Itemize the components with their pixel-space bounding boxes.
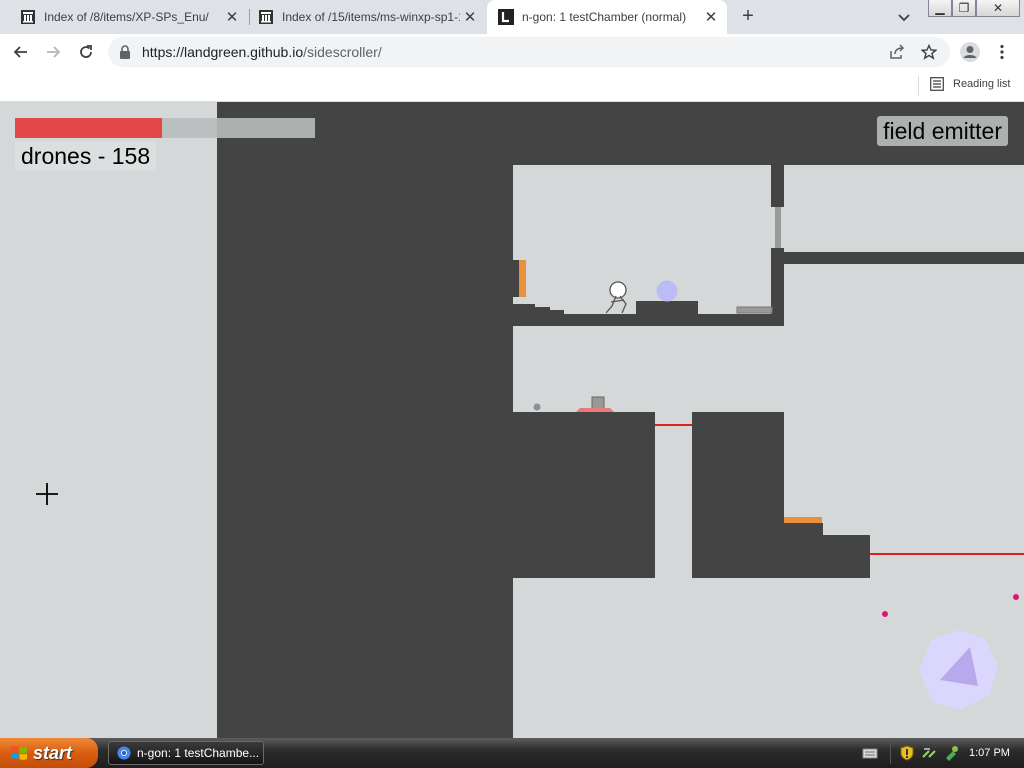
close-tab-icon[interactable]: ✕ [701, 7, 721, 27]
upper-pillar [771, 165, 784, 207]
start-button[interactable]: start [0, 738, 98, 768]
small-mob [533, 403, 541, 411]
reload-button[interactable] [74, 40, 98, 64]
floor-step-3 [550, 310, 564, 314]
system-tray: 1:07 PM [862, 738, 1024, 768]
close-window-button[interactable]: ✕ [976, 0, 1020, 17]
forward-button[interactable] [41, 40, 65, 64]
close-tab-icon[interactable]: ✕ [460, 7, 480, 27]
bookmark-divider [918, 76, 919, 96]
tab-search-chevron-icon[interactable] [895, 8, 913, 26]
profile-avatar[interactable] [958, 40, 982, 64]
drone-1 [882, 611, 888, 617]
player-character [605, 281, 627, 314]
tab-title: n-gon: 1 testChamber (normal) [522, 10, 687, 24]
tab-title: Index of /8/items/XP-SPs_Enu/ [44, 10, 209, 24]
security-shield-icon[interactable] [899, 745, 915, 761]
grey-box [591, 396, 605, 410]
close-tab-icon[interactable]: ✕ [222, 7, 242, 27]
url-text[interactable]: https://landgreen.github.io/sidescroller… [142, 44, 382, 60]
reading-list-icon [930, 77, 944, 91]
gun-ammo-label: drones - 158 [15, 141, 157, 171]
reload-icon [80, 45, 92, 58]
back-button[interactable] [9, 40, 33, 64]
new-tab-button[interactable]: + [736, 5, 760, 29]
upper-floor [513, 314, 784, 326]
back-arrow-icon [13, 46, 27, 58]
archive-icon [20, 9, 36, 25]
restore-button[interactable]: ❐ [952, 0, 976, 17]
wall-edge [513, 260, 519, 297]
tab-archive-xp-sps[interactable]: Index of /8/items/XP-SPs_Enu/ ✕ [0, 0, 248, 34]
profile-icon [960, 42, 980, 62]
bookmark-star-icon[interactable] [920, 43, 938, 61]
tray-separator [890, 742, 891, 764]
left-tower-wall [217, 102, 513, 738]
browser-menu-button[interactable] [990, 40, 1014, 64]
forward-arrow-icon [47, 46, 61, 58]
level-walls [217, 102, 1024, 738]
browser-toolbar: https://landgreen.github.io/sidescroller… [0, 34, 1024, 70]
game-world [217, 102, 1024, 738]
ngon-icon [498, 9, 514, 25]
url-path: /sidescroller/ [303, 44, 382, 60]
right-ledge [784, 252, 1024, 264]
floor-step-2 [535, 307, 550, 314]
taskbar-clock[interactable]: 1:07 PM [969, 747, 1010, 759]
windows-flag-icon [11, 746, 27, 760]
tab-ngon-active[interactable]: n-gon: 1 testChamber (normal) ✕ [487, 0, 727, 34]
drone-2 [1013, 594, 1019, 600]
orange-block-horizontal [784, 517, 822, 523]
lower-pillar [771, 248, 784, 322]
shield-mob [656, 280, 678, 302]
taskbar-item-title: n-gon: 1 testChambe... [137, 746, 260, 760]
share-icon[interactable] [888, 43, 906, 61]
orange-block-vertical [519, 260, 526, 297]
crosshair-icon [36, 483, 58, 505]
bookmark-bar: Reading list [0, 70, 1024, 102]
tab-title: Index of /15/items/ms-winxp-sp1-10 [282, 10, 460, 24]
url-host: https://landgreen.github.io [142, 44, 304, 60]
tab-archive-winxp-sp1[interactable]: Index of /15/items/ms-winxp-sp1-10 ✕ [250, 0, 486, 34]
chrome-icon [117, 746, 131, 760]
start-label: start [33, 742, 73, 763]
game-canvas[interactable]: drones - 158 field emitter [0, 102, 1024, 738]
windows-taskbar: start n-gon: 1 testChambe... 1:07 PM [0, 738, 1024, 768]
floor-step-1 [513, 304, 535, 314]
pressure-plate [576, 408, 614, 412]
tab-strip: Index of /8/items/XP-SPs_Enu/ ✕ Index of… [0, 0, 1024, 34]
step-block-1 [784, 523, 823, 578]
address-bar[interactable]: https://landgreen.github.io/sidescroller… [108, 37, 950, 67]
minimize-button[interactable]: ▁ [928, 0, 952, 17]
field-label: field emitter [877, 116, 1008, 146]
middle-block-right [692, 412, 784, 578]
middle-block-left [513, 412, 655, 578]
network-icon[interactable] [921, 745, 937, 761]
lock-icon[interactable] [119, 45, 131, 64]
safely-remove-hardware-icon[interactable] [943, 745, 959, 761]
keyboard-icon[interactable] [862, 745, 878, 761]
grey-platform [736, 306, 773, 314]
reading-list-label: Reading list [953, 78, 1011, 90]
grey-door [775, 207, 781, 248]
archive-icon [258, 9, 274, 25]
step-block-2 [823, 535, 870, 578]
taskbar-item-chrome[interactable]: n-gon: 1 testChambe... [108, 741, 264, 765]
health-bar [15, 118, 162, 138]
kebab-menu-icon [1000, 44, 1004, 60]
reading-list-button[interactable]: Reading list [930, 77, 1010, 91]
floor-bump [636, 301, 698, 314]
